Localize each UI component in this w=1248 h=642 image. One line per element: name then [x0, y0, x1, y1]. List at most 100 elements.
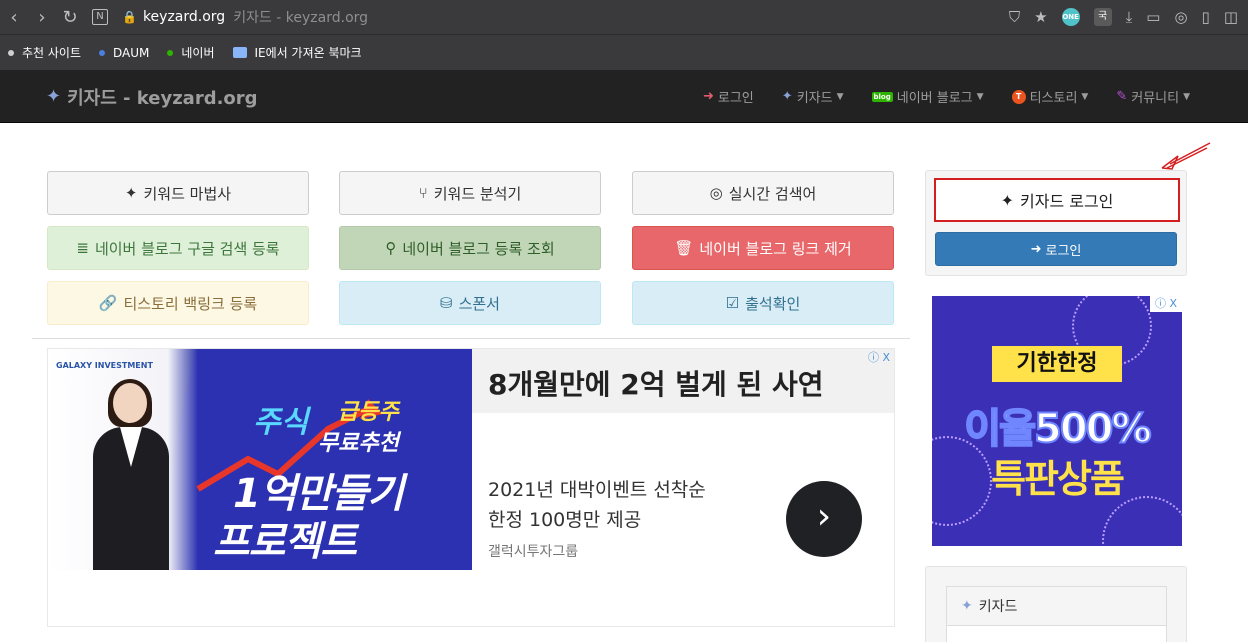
- brand-label: 키자드 - keyzard.org: [67, 87, 258, 109]
- ad-banner[interactable]: GALAXY INVESTMENT 주식 급등주 무료추천 1억만들기 프로젝트…: [47, 348, 895, 627]
- compass-icon: ◎: [709, 184, 723, 202]
- button-label: 스폰서: [458, 294, 500, 313]
- nav-tistory-dropdown[interactable]: T 티스토리 ▼: [1011, 87, 1089, 106]
- side-ad-text: 이율500%: [963, 405, 1152, 453]
- sponsor-button[interactable]: ⛁ 스폰서: [339, 281, 601, 325]
- magic-wand-icon: ✦: [781, 89, 793, 104]
- bookmark-label: IE에서 가져온 북마크: [254, 46, 362, 60]
- bookmark-label: 추천 사이트: [22, 46, 82, 60]
- link-icon: 🔗: [98, 294, 118, 312]
- magic-wand-icon: ✦: [961, 598, 973, 614]
- button-label: 로그인: [1045, 243, 1082, 259]
- sidebar-icon[interactable]: ◫: [1224, 8, 1238, 26]
- widget-body: [946, 626, 1167, 642]
- ad-image-text: 무료추천: [318, 431, 399, 456]
- caret-down-icon: ▼: [1183, 91, 1190, 102]
- tistory-backlink-register-button[interactable]: 🔗 티스토리 백링크 등록: [47, 281, 309, 325]
- url-page-title: 키자드 - keyzard.org: [233, 10, 369, 26]
- ad-choices-icon[interactable]: ⓘ X: [868, 349, 890, 365]
- ad-advertiser: 갤럭시투자그룹: [488, 544, 579, 560]
- bookmark-naver[interactable]: 네이버: [167, 44, 215, 61]
- side-ad-tag: 기한한정: [992, 346, 1122, 382]
- ad-logo: GALAXY INVESTMENT: [56, 361, 153, 370]
- sign-in-icon: ➜: [702, 89, 714, 104]
- one-extension-icon[interactable]: ONE: [1061, 8, 1080, 26]
- login-button[interactable]: ➜ 로그인: [935, 232, 1177, 266]
- trash-icon: 🗑: [674, 239, 694, 257]
- chevron-right-icon[interactable]: ›: [786, 481, 862, 557]
- nav-keyzard-dropdown[interactable]: ✦ 키자드 ▼: [782, 87, 844, 106]
- ad-choices-icon[interactable]: ⓘ X: [1150, 296, 1182, 312]
- browser-actions: ⛉ ★ ONE 국 ⤓ ▭ ◎ ▯ ◫: [1009, 0, 1238, 34]
- nav-community-dropdown[interactable]: ✎ 커뮤니티 ▼: [1116, 87, 1190, 106]
- reload-icon[interactable]: ↻: [56, 7, 84, 28]
- screenshot-icon[interactable]: ◎: [1174, 8, 1187, 26]
- nav-menu: ➜ 로그인 ✦ 키자드 ▼ blog 네이버 블로그 ▼ T 티스토리 ▼ ✎ …: [703, 70, 1190, 123]
- ad-person-illustration: [78, 379, 178, 570]
- bookmark-daum[interactable]: DAUM: [99, 46, 149, 60]
- naver-blog-google-register-button[interactable]: ≣ 네이버 블로그 구글 검색 등록: [47, 226, 309, 270]
- widget-heading: ✦ 키자드: [946, 586, 1167, 626]
- browser-toolbar: ‹ › ↻ N 🔒 keyzard.org 키자드 - keyzard.org …: [0, 0, 1248, 34]
- caret-down-icon: ▼: [1081, 91, 1089, 102]
- star-icon[interactable]: ★: [1034, 8, 1047, 26]
- caret-down-icon: ▼: [976, 91, 984, 102]
- realtime-search-button[interactable]: ◎ 실시간 검색어: [632, 171, 894, 215]
- notion-icon[interactable]: N: [92, 9, 108, 25]
- site-brand[interactable]: ✦ 키자드 - keyzard.org: [46, 70, 258, 123]
- nav-naver-blog-dropdown[interactable]: blog 네이버 블로그 ▼: [871, 87, 984, 106]
- button-label: 네이버 블로그 링크 제거: [699, 239, 852, 258]
- keyzard-login-heading: ✦ 키자드 로그인: [934, 178, 1180, 222]
- camera-icon[interactable]: ▭: [1146, 8, 1160, 26]
- site-navbar: ✦ 키자드 - keyzard.org ➜ 로그인 ✦ 키자드 ▼ blog 네…: [0, 70, 1248, 123]
- forward-icon[interactable]: ›: [28, 7, 56, 28]
- button-label: 네이버 블로그 등록 조회: [402, 239, 555, 258]
- bookmark-dot-icon: [8, 49, 14, 56]
- caret-down-icon: ▼: [836, 91, 844, 102]
- ad-body-text: 한정 100명만 제공: [488, 509, 642, 531]
- shield-icon[interactable]: ⛉: [1009, 8, 1020, 26]
- satellite-icon: ✎: [1116, 89, 1128, 104]
- side-ad-banner[interactable]: ⓘ X 기한한정 이율500% 특판상품: [932, 296, 1182, 546]
- button-label: 실시간 검색어: [728, 184, 817, 203]
- back-icon[interactable]: ‹: [0, 7, 28, 28]
- download-icon[interactable]: ⤓: [1126, 8, 1133, 26]
- ad-image-text: 주식: [253, 405, 309, 440]
- bookmark-ie-folder[interactable]: IE에서 가져온 북마크: [232, 44, 362, 61]
- ad-image-text: 급등주: [338, 400, 399, 425]
- nav-label: 로그인: [717, 91, 754, 106]
- nav-label: 키자드: [796, 91, 833, 106]
- magic-wand-icon: ✦: [124, 184, 138, 202]
- ad-body-text: 2021년 대박이벤트 선착순: [488, 479, 706, 501]
- magic-wand-icon: ✦: [1000, 190, 1014, 210]
- keyword-wizard-button[interactable]: ✦ 키워드 마법사: [47, 171, 309, 215]
- ad-image[interactable]: GALAXY INVESTMENT 주식 급등주 무료추천 1억만들기 프로젝트: [48, 349, 472, 570]
- bookmark-recommended[interactable]: 추천 사이트: [8, 44, 81, 61]
- address-bar[interactable]: 🔒 keyzard.org 키자드 - keyzard.org: [122, 7, 368, 27]
- lock-icon: 🔒: [122, 10, 137, 24]
- panel-title-label: 키자드 로그인: [1020, 192, 1114, 211]
- nav-label: 네이버 블로그: [896, 91, 973, 106]
- calendar-check-icon: ☑: [725, 294, 740, 312]
- reader-icon[interactable]: ▯: [1202, 8, 1210, 26]
- sign-in-icon: ➜: [1030, 241, 1042, 257]
- code-fork-icon: ⑂: [418, 184, 428, 202]
- keyword-analyzer-button[interactable]: ⑂ 키워드 분석기: [339, 171, 601, 215]
- bookmark-dot-icon: [99, 49, 106, 56]
- button-label: 출석확인: [745, 294, 801, 313]
- widget-title: 키자드: [978, 599, 1018, 615]
- naver-blog-register-check-button[interactable]: ⚲ 네이버 블로그 등록 조회: [339, 226, 601, 270]
- naver-blog-link-remove-button[interactable]: 🗑 네이버 블로그 링크 제거: [632, 226, 894, 270]
- bookmark-label: 네이버: [181, 46, 215, 60]
- translate-extension-icon[interactable]: 국: [1093, 8, 1112, 26]
- folder-icon: [232, 47, 247, 58]
- button-label: 키워드 분석기: [433, 184, 522, 203]
- ad-image-text: 프로젝트: [213, 519, 357, 565]
- ad-headline[interactable]: 8개월만에 2억 벌게 된 사연: [488, 363, 824, 403]
- attendance-check-button[interactable]: ☑ 출석확인: [632, 281, 894, 325]
- bookmark-label: DAUM: [113, 45, 150, 60]
- side-ad-text: 특판상품: [991, 457, 1125, 501]
- button-label: 네이버 블로그 구글 검색 등록: [94, 239, 280, 258]
- nav-login[interactable]: ➜ 로그인: [703, 87, 754, 106]
- nav-label: 티스토리: [1029, 91, 1078, 106]
